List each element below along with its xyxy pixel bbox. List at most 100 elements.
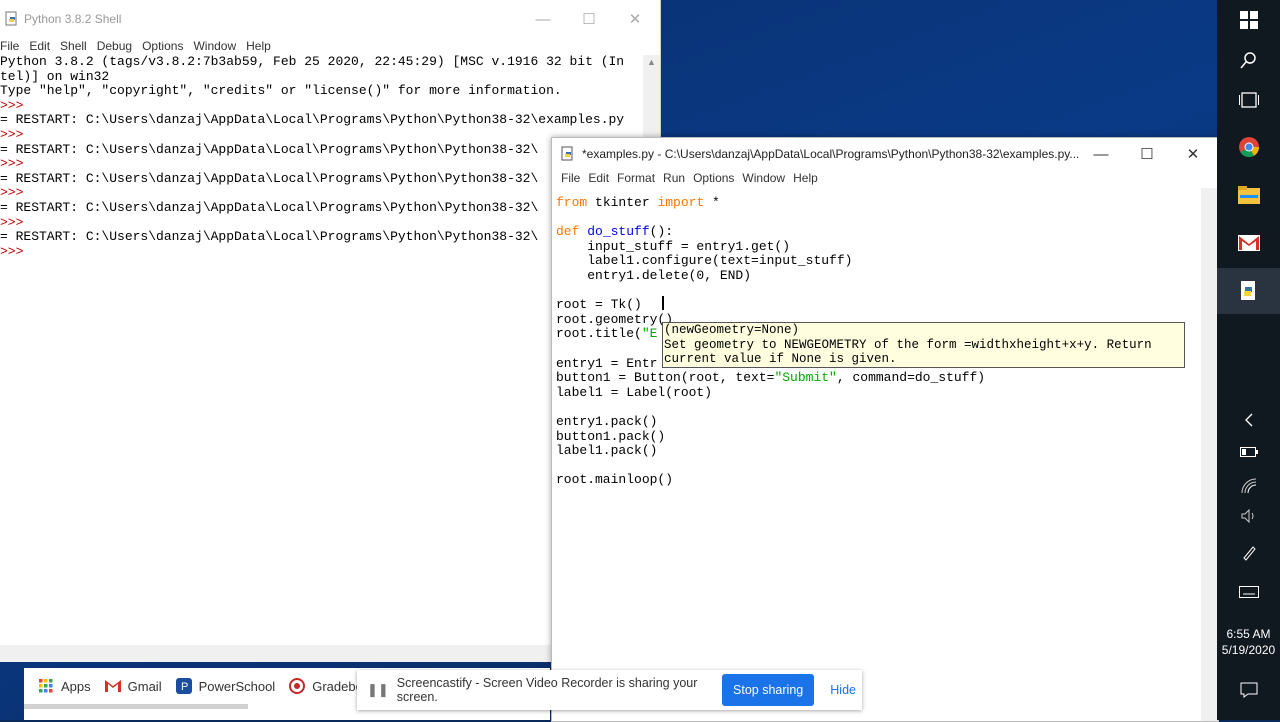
menu-item-debug[interactable]: Debug xyxy=(92,39,137,53)
python-file-icon xyxy=(561,146,573,161)
scroll-thumb[interactable] xyxy=(24,704,248,709)
hide-button[interactable]: Hide xyxy=(824,677,862,703)
bookmark-apps[interactable]: Apps xyxy=(38,678,91,694)
minimize-button[interactable]: — xyxy=(520,0,566,38)
bookmark-gmail[interactable]: Gmail xyxy=(104,678,162,694)
powerschool-icon: P xyxy=(175,678,192,694)
screencastify-sharing-bar: ❚❚ Screencastify - Screen Video Recorder… xyxy=(357,670,862,710)
shell-line-text: = RESTART: C:\Users\danzaj\AppData\Local… xyxy=(0,170,539,186)
chevron-left-icon[interactable] xyxy=(1237,408,1261,432)
code-line: root.mainloop() xyxy=(556,472,1196,488)
shell-line: >>> xyxy=(0,243,640,260)
code-token: tkinter xyxy=(587,196,658,210)
code-line: def do_stuff(): xyxy=(556,224,1196,240)
svg-text:P: P xyxy=(181,681,188,693)
clock-date: 5/19/2020 xyxy=(1221,643,1276,657)
windows-taskbar: 6:55 AM 5/19/2020 xyxy=(1217,0,1280,720)
menu-item-format[interactable]: Format xyxy=(613,171,659,185)
code-line: label1.configure(text=input_stuff) xyxy=(556,254,1196,269)
code-line: button1.pack() xyxy=(556,428,1196,445)
chrome-icon[interactable] xyxy=(1237,135,1261,159)
code-token: from xyxy=(556,196,588,210)
shell-line-text: Type "help", "copyright", "credits" or "… xyxy=(0,83,562,99)
battery-icon[interactable] xyxy=(1237,440,1261,464)
code-line: button1 = Button(root, text="Submit", co… xyxy=(556,370,1196,386)
code-token: button1 = Button(root, text= xyxy=(556,370,775,386)
close-button[interactable]: ✕ xyxy=(612,0,658,38)
editor-vertical-scrollbar[interactable] xyxy=(1201,188,1218,721)
code-line: label1.pack() xyxy=(556,443,1196,459)
menu-item-file[interactable]: File xyxy=(557,171,584,185)
code-line: entry1.pack() xyxy=(556,414,1196,430)
code-token: label1 = Label(root) xyxy=(556,384,713,400)
menu-item-window[interactable]: Window xyxy=(738,171,789,185)
tooltip-line: current value if None is given. xyxy=(664,352,897,367)
menu-item-help[interactable]: Help xyxy=(789,171,822,185)
editor-titlebar[interactable]: *examples.py - C:\Users\danzaj\AppData\L… xyxy=(552,138,1218,170)
shell-prompt: >>> xyxy=(0,185,32,201)
code-token: (): xyxy=(649,224,674,240)
shell-line-text: tel)] on win32 xyxy=(0,68,110,84)
notification-icon[interactable] xyxy=(1237,678,1261,702)
maximize-button[interactable]: ☐ xyxy=(566,0,612,38)
shell-output[interactable]: Python 3.8.2 (tags/v3.8.2:7b3ab59, Feb 2… xyxy=(0,55,640,645)
bookmark-gradebo[interactable]: Gradebo xyxy=(289,678,363,694)
menu-item-shell[interactable]: Shell xyxy=(55,39,92,53)
stop-sharing-button[interactable]: Stop sharing xyxy=(722,674,815,706)
menu-item-edit[interactable]: Edit xyxy=(584,171,613,185)
editor-title: *examples.py - C:\Users\danzaj\AppData\L… xyxy=(582,147,1080,161)
shell-prompt: >>> xyxy=(0,243,32,259)
bookmark-label: Apps xyxy=(61,678,91,694)
menu-item-run[interactable]: Run xyxy=(659,171,689,185)
search-icon[interactable] xyxy=(1237,48,1261,72)
code-editor[interactable]: from tkinter import * def do_stuff(): in… xyxy=(556,196,1196,701)
close-button[interactable]: ✕ xyxy=(1170,138,1216,170)
wifi-icon[interactable] xyxy=(1237,474,1261,498)
shell-line: >>> xyxy=(0,98,640,114)
scroll-up-arrow-icon[interactable]: ▲ xyxy=(647,57,656,67)
tooltip-line: (newGeometry=None) xyxy=(664,323,800,337)
shell-line-text: Python 3.8.2 (tags/v3.8.2:7b3ab59, Feb 2… xyxy=(0,55,625,69)
shell-line-text: = RESTART: C:\Users\danzaj\AppData\Local… xyxy=(0,199,539,215)
shell-prompt: >>> xyxy=(0,156,32,172)
python-file-icon xyxy=(5,11,17,26)
menu-item-options[interactable]: Options xyxy=(137,39,188,53)
system-clock[interactable]: 6:55 AM 5/19/2020 xyxy=(1217,626,1280,658)
code-token: label1.pack() xyxy=(556,443,658,459)
maximize-button[interactable]: ☐ xyxy=(1124,138,1170,170)
shell-line: >>> xyxy=(0,127,640,143)
keyboard-icon[interactable] xyxy=(1237,580,1261,604)
task-view-icon[interactable] xyxy=(1237,88,1261,112)
minimize-button[interactable]: — xyxy=(1078,138,1124,170)
shell-line: >>> xyxy=(0,214,640,231)
code-token: root.mainloop() xyxy=(556,472,674,488)
code-token: button1.pack() xyxy=(556,428,666,444)
menu-item-help[interactable]: Help xyxy=(241,39,276,53)
menu-item-file[interactable]: File xyxy=(0,39,24,53)
menu-item-edit[interactable]: Edit xyxy=(24,39,55,53)
shell-line: Type "help", "copyright", "credits" or "… xyxy=(0,83,640,99)
menu-item-window[interactable]: Window xyxy=(188,39,241,53)
code-token: def xyxy=(556,224,580,240)
bookmark-label: Gmail xyxy=(127,678,162,694)
bookmark-powerschool[interactable]: P PowerSchool xyxy=(175,678,275,694)
drag-handle-icon[interactable]: ❚❚ xyxy=(367,682,389,698)
gmail-icon xyxy=(104,678,121,694)
code-token: root.title( xyxy=(556,326,642,342)
shell-line-text: = RESTART: C:\Users\danzaj\AppData\Local… xyxy=(0,112,625,128)
gmail-icon[interactable] xyxy=(1237,231,1261,255)
shell-line: Python 3.8.2 (tags/v3.8.2:7b3ab59, Feb 2… xyxy=(0,55,640,70)
code-token: , command=do_stuff) xyxy=(836,370,986,386)
shell-prompt: >>> xyxy=(0,214,32,230)
idle-python-icon[interactable] xyxy=(1237,279,1261,303)
shell-line: = RESTART: C:\Users\danzaj\AppData\Local… xyxy=(0,113,640,128)
windows-start-icon[interactable] xyxy=(1237,8,1261,32)
shell-line: = RESTART: C:\Users\danzaj\AppData\Local… xyxy=(0,199,640,216)
code-line: root = Tk() xyxy=(556,297,1196,313)
volume-icon[interactable] xyxy=(1237,504,1261,528)
shell-titlebar[interactable]: Python 3.8.2 Shell — ☐ ✕ xyxy=(0,0,660,38)
menu-item-options[interactable]: Options xyxy=(689,171,738,185)
file-explorer-icon[interactable] xyxy=(1237,183,1261,207)
pen-icon[interactable] xyxy=(1237,541,1261,565)
